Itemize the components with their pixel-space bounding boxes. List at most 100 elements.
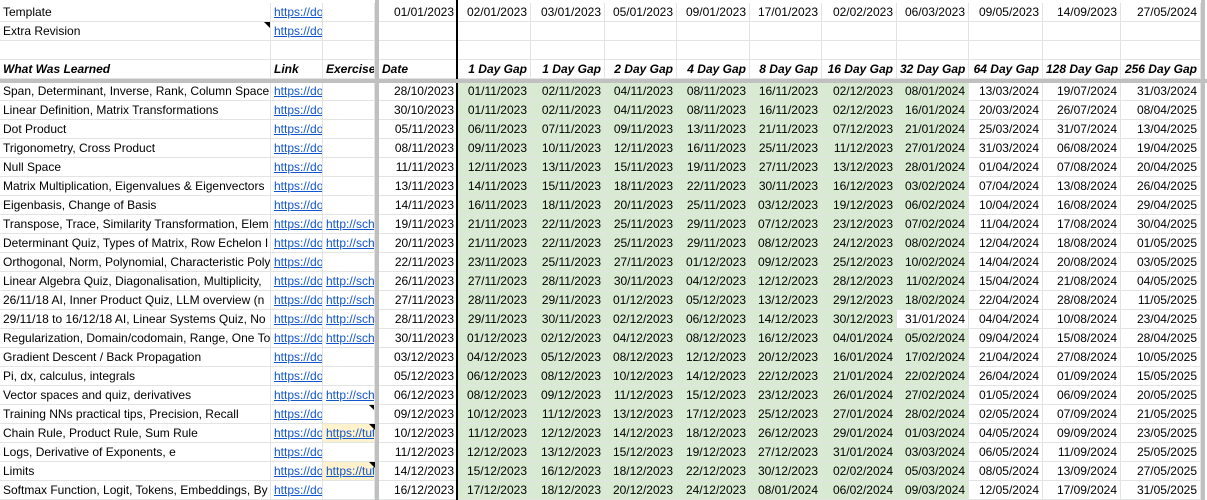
cell-review-date[interactable]: 19/04/2025 <box>1121 139 1201 158</box>
cell-review-date[interactable]: 18/11/2023 <box>531 196 605 215</box>
cell-review-date[interactable]: 26/07/2024 <box>1043 101 1121 120</box>
cell-review-date[interactable]: 20/04/2025 <box>1121 158 1201 177</box>
cell-exercise[interactable]: Exercise <box>323 60 375 79</box>
cell-review-date[interactable]: 15/04/2024 <box>969 272 1043 291</box>
cell-review-date[interactable]: 08/12/2023 <box>605 348 677 367</box>
cell-date[interactable]: 22/11/2023 <box>379 253 458 272</box>
cell-review-date[interactable]: 01/03/2024 <box>897 424 969 443</box>
cell-review-date[interactable]: 11/09/2024 <box>1043 443 1121 462</box>
cell-date[interactable]: 27/11/2023 <box>379 291 458 310</box>
cell-link[interactable]: https://do <box>271 348 323 367</box>
cell-review-date[interactable]: 30/11/2023 <box>531 310 605 329</box>
cell-review-date[interactable]: 14/12/2023 <box>605 424 677 443</box>
cell-review-date[interactable]: 21/11/2023 <box>458 234 531 253</box>
cell-review-date[interactable]: 18/12/2023 <box>677 424 750 443</box>
cell-template-date[interactable] <box>379 41 458 60</box>
cell-exercise[interactable] <box>323 139 375 158</box>
cell-review-date[interactable]: 23/12/2023 <box>822 215 897 234</box>
cell-what-was-learned[interactable]: 29/11/18 to 16/12/18 AI, Linear Systems … <box>0 310 271 329</box>
cell-template-date[interactable] <box>531 22 605 41</box>
cell-review-date[interactable]: 02/12/2023 <box>605 310 677 329</box>
cell-review-date[interactable]: 09/12/2023 <box>750 253 822 272</box>
cell-review-date[interactable]: 27/05/2025 <box>1121 462 1201 481</box>
cell-review-date[interactable]: 12/12/2023 <box>531 424 605 443</box>
cell-review-date[interactable]: 22/11/2023 <box>531 215 605 234</box>
cell-review-date[interactable]: 16/11/2023 <box>750 101 822 120</box>
cell-what-was-learned[interactable]: 26/11/18 AI, Inner Product Quiz, LLM ove… <box>0 291 271 310</box>
cell-template-date[interactable]: 02/01/2023 <box>458 3 531 22</box>
cell-review-date[interactable]: 22/11/2023 <box>531 234 605 253</box>
cell-review-date[interactable]: 08/01/2024 <box>897 82 969 101</box>
cell-review-date[interactable]: 07/09/2024 <box>1043 405 1121 424</box>
cell-review-date[interactable]: 01/11/2023 <box>458 101 531 120</box>
cell-link[interactable]: https://do <box>271 177 323 196</box>
cell-review-date[interactable]: 12/04/2024 <box>969 234 1043 253</box>
cell-review-date[interactable]: 28/01/2024 <box>897 158 969 177</box>
cell-link[interactable]: https://do <box>271 272 323 291</box>
cell-review-date[interactable]: 19/11/2023 <box>677 158 750 177</box>
cell-review-date[interactable]: 08/11/2023 <box>677 101 750 120</box>
cell-link[interactable]: https://do <box>271 424 323 443</box>
cell-review-date[interactable]: 18/12/2023 <box>531 481 605 500</box>
cell-review-date[interactable]: 05/12/2023 <box>531 348 605 367</box>
cell-what-was-learned[interactable]: Null Space <box>0 158 271 177</box>
cell-review-date[interactable]: 08/04/2025 <box>1121 101 1201 120</box>
cell-review-date[interactable]: 22/04/2024 <box>969 291 1043 310</box>
cell-review-date[interactable]: 07/12/2023 <box>750 215 822 234</box>
cell-review-date[interactable]: 10/12/2023 <box>605 367 677 386</box>
cell-review-date[interactable]: 04/01/2024 <box>822 329 897 348</box>
cell-what-was-learned[interactable]: Pi, dx, calculus, integrals <box>0 367 271 386</box>
cell-date[interactable]: 30/11/2023 <box>379 329 458 348</box>
cell-review-date[interactable]: 07/08/2024 <box>1043 158 1121 177</box>
cell-review-date[interactable]: 28/02/2024 <box>897 405 969 424</box>
cell-review-date[interactable]: 29/11/2023 <box>677 215 750 234</box>
cell-review-date[interactable]: 27/11/2023 <box>458 272 531 291</box>
cell-review-date[interactable]: 10/11/2023 <box>531 139 605 158</box>
cell-review-date[interactable]: 31/05/2025 <box>1121 481 1201 500</box>
column-header-gap[interactable]: 1 Day Gap <box>531 60 605 79</box>
cell-review-date[interactable]: 21/08/2024 <box>1043 272 1121 291</box>
cell-review-date[interactable]: 04/11/2023 <box>605 82 677 101</box>
cell-review-date[interactable]: 09/04/2024 <box>969 329 1043 348</box>
cell-review-date[interactable]: 26/04/2024 <box>969 367 1043 386</box>
column-header-gap[interactable]: 256 Day Gap <box>1121 60 1201 79</box>
cell-review-date[interactable]: 08/05/2024 <box>969 462 1043 481</box>
cell-review-date[interactable]: 10/12/2023 <box>458 405 531 424</box>
column-header-gap[interactable]: 1 Day Gap <box>458 60 531 79</box>
cell-link[interactable]: https://do <box>271 139 323 158</box>
cell-review-date[interactable]: 27/11/2023 <box>750 158 822 177</box>
cell-review-date[interactable]: 27/12/2023 <box>750 443 822 462</box>
cell-what-was-learned[interactable]: Extra Revision <box>0 22 271 41</box>
cell-template-date[interactable] <box>677 41 750 60</box>
cell-review-date[interactable]: 16/11/2023 <box>458 196 531 215</box>
cell-exercise[interactable] <box>323 177 375 196</box>
cell-review-date[interactable]: 22/12/2023 <box>750 367 822 386</box>
cell-review-date[interactable]: 09/12/2023 <box>531 386 605 405</box>
cell-review-date[interactable]: 07/12/2023 <box>822 120 897 139</box>
cell-what-was-learned[interactable]: Training NNs practical tips, Precision, … <box>0 405 271 424</box>
cell-review-date[interactable]: 13/04/2025 <box>1121 120 1201 139</box>
cell-review-date[interactable]: 14/04/2024 <box>969 253 1043 272</box>
cell-review-date[interactable]: 07/04/2024 <box>969 177 1043 196</box>
cell-review-date[interactable]: 01/12/2023 <box>458 329 531 348</box>
cell-what-was-learned[interactable]: Chain Rule, Product Rule, Sum Rule <box>0 424 271 443</box>
column-header-gap[interactable]: 8 Day Gap <box>750 60 822 79</box>
cell-review-date[interactable]: 26/04/2025 <box>1121 177 1201 196</box>
cell-template-date[interactable]: 01/01/2023 <box>379 3 458 22</box>
cell-link[interactable]: https://do <box>271 367 323 386</box>
cell-date[interactable]: 19/11/2023 <box>379 215 458 234</box>
cell-review-date[interactable]: 11/12/2023 <box>605 386 677 405</box>
cell-review-date[interactable]: 13/03/2024 <box>969 82 1043 101</box>
cell-review-date[interactable]: 06/12/2023 <box>458 367 531 386</box>
cell-link[interactable]: https://do <box>271 462 323 481</box>
cell-template-date[interactable]: 09/05/2023 <box>969 3 1043 22</box>
cell-review-date[interactable]: 06/05/2024 <box>969 443 1043 462</box>
cell-exercise[interactable] <box>323 3 375 22</box>
cell-review-date[interactable]: 24/12/2023 <box>822 234 897 253</box>
cell-review-date[interactable]: 02/11/2023 <box>531 101 605 120</box>
cell-template-date[interactable] <box>1043 22 1121 41</box>
cell-review-date[interactable]: 27/11/2023 <box>605 253 677 272</box>
cell-review-date[interactable]: 22/02/2024 <box>897 367 969 386</box>
cell-review-date[interactable]: 03/02/2024 <box>897 177 969 196</box>
cell-review-date[interactable]: 29/11/2023 <box>531 291 605 310</box>
